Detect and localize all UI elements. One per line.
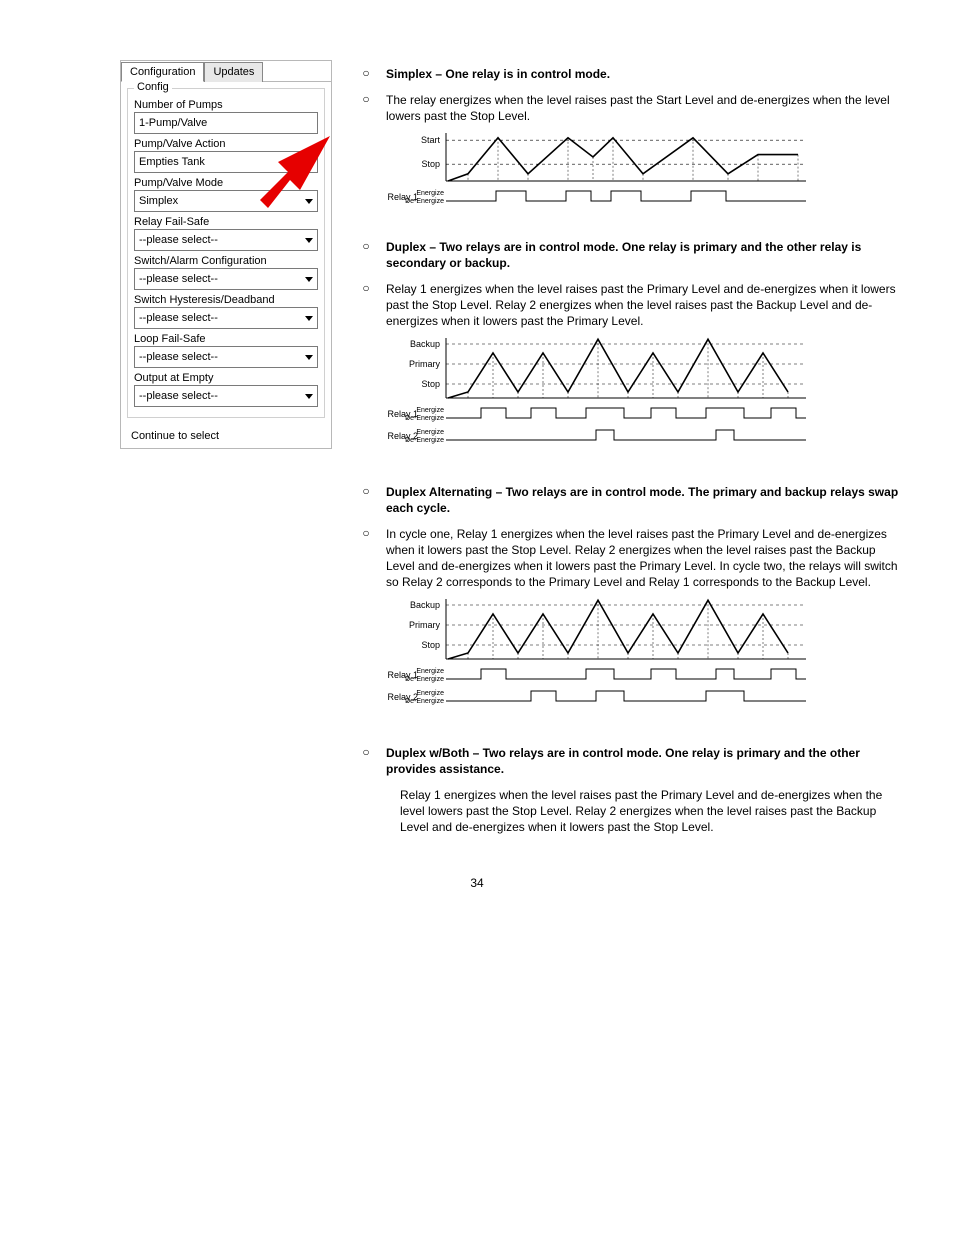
chevron-down-icon (305, 199, 313, 204)
bullet-duplex-alt-desc: ○ In cycle one, Relay 1 energizes when t… (360, 526, 900, 591)
field-label: Loop Fail-Safe (134, 333, 318, 345)
group-legend: Config (134, 81, 172, 93)
svg-text:Energize: Energize (416, 668, 444, 675)
field-select[interactable]: Simplex (134, 190, 318, 212)
svg-text:Primary: Primary (409, 359, 440, 369)
diagram-simplex: StartStopRelay 1EnergizeDe-Energize (386, 131, 900, 229)
chevron-down-icon (305, 394, 313, 399)
field-select[interactable]: --please select-- (134, 268, 318, 290)
content-column: ○ Simplex – One relay is in control mode… (360, 66, 900, 836)
bullet-simplex-desc: ○ The relay energizes when the level rai… (360, 92, 900, 124)
radio-icon: ○ (360, 239, 372, 253)
radio-icon: ○ (360, 745, 372, 759)
field-select[interactable]: --please select-- (134, 346, 318, 368)
field-label: Switch Hysteresis/Deadband (134, 294, 318, 306)
svg-text:Backup: Backup (410, 600, 440, 610)
bullet-duplex-both-desc: Relay 1 energizes when the level raises … (386, 787, 900, 836)
svg-text:Energize: Energize (416, 407, 444, 414)
radio-icon: ○ (360, 281, 372, 295)
field-label: Switch/Alarm Configuration (134, 255, 318, 267)
svg-text:Stop: Stop (421, 379, 440, 389)
svg-text:De-Energize: De-Energize (405, 676, 444, 683)
config-panel: Configuration Updates Config Number of P… (120, 60, 332, 449)
svg-text:De-Energize: De-Energize (405, 437, 444, 444)
svg-text:De-Energize: De-Energize (405, 698, 444, 705)
chevron-down-icon (305, 238, 313, 243)
field-label: Pump/Valve Action (134, 138, 318, 150)
bullet-duplex-title: ○ Duplex – Two relays are in control mod… (360, 239, 900, 271)
field-select[interactable]: 1-Pump/Valve (134, 112, 318, 134)
radio-icon: ○ (360, 484, 372, 498)
svg-text:Primary: Primary (409, 620, 440, 630)
field-select[interactable]: Empties Tank (134, 151, 318, 173)
field-label: Output at Empty (134, 372, 318, 384)
chevron-down-icon (305, 277, 313, 282)
field-select[interactable]: --please select-- (134, 307, 318, 329)
tab-bar: Configuration Updates (121, 61, 331, 82)
svg-text:De-Energize: De-Energize (405, 198, 444, 205)
field-label: Relay Fail-Safe (134, 216, 318, 228)
bullet-duplex-desc: ○ Relay 1 energizes when the level raise… (360, 281, 900, 330)
field-select[interactable]: --please select-- (134, 385, 318, 407)
bullet-duplex-both-title: ○ Duplex w/Both – Two relays are in cont… (360, 745, 900, 777)
diagram-duplex: BackupPrimaryStopRelay 1EnergizeDe-Energ… (386, 336, 900, 474)
bullet-duplex-alt-title: ○ Duplex Alternating – Two relays are in… (360, 484, 900, 516)
chevron-down-icon (305, 160, 313, 165)
chevron-down-icon (305, 355, 313, 360)
diagram-duplex-alt: BackupPrimaryStopRelay 1EnergizeDe-Energ… (386, 597, 900, 735)
page-number: 34 (0, 876, 954, 890)
tab-configuration[interactable]: Configuration (121, 62, 204, 82)
radio-icon: ○ (360, 526, 372, 540)
field-label: Number of Pumps (134, 99, 318, 111)
svg-text:Stop: Stop (421, 159, 440, 169)
svg-text:Stop: Stop (421, 640, 440, 650)
svg-text:Energize: Energize (416, 690, 444, 697)
field-select[interactable]: --please select-- (134, 229, 318, 251)
svg-text:De-Energize: De-Energize (405, 415, 444, 422)
svg-text:Energize: Energize (416, 190, 444, 197)
svg-text:Backup: Backup (410, 339, 440, 349)
svg-text:Energize: Energize (416, 429, 444, 436)
tab-updates[interactable]: Updates (204, 62, 263, 82)
bullet-simplex-title: ○ Simplex – One relay is in control mode… (360, 66, 900, 82)
chevron-down-icon (305, 316, 313, 321)
radio-icon: ○ (360, 66, 372, 80)
continue-text: Continue to select (121, 424, 331, 448)
radio-icon: ○ (360, 92, 372, 106)
field-label: Pump/Valve Mode (134, 177, 318, 189)
svg-text:Start: Start (421, 135, 441, 145)
config-group: Config Number of Pumps1-Pump/ValvePump/V… (127, 88, 325, 418)
